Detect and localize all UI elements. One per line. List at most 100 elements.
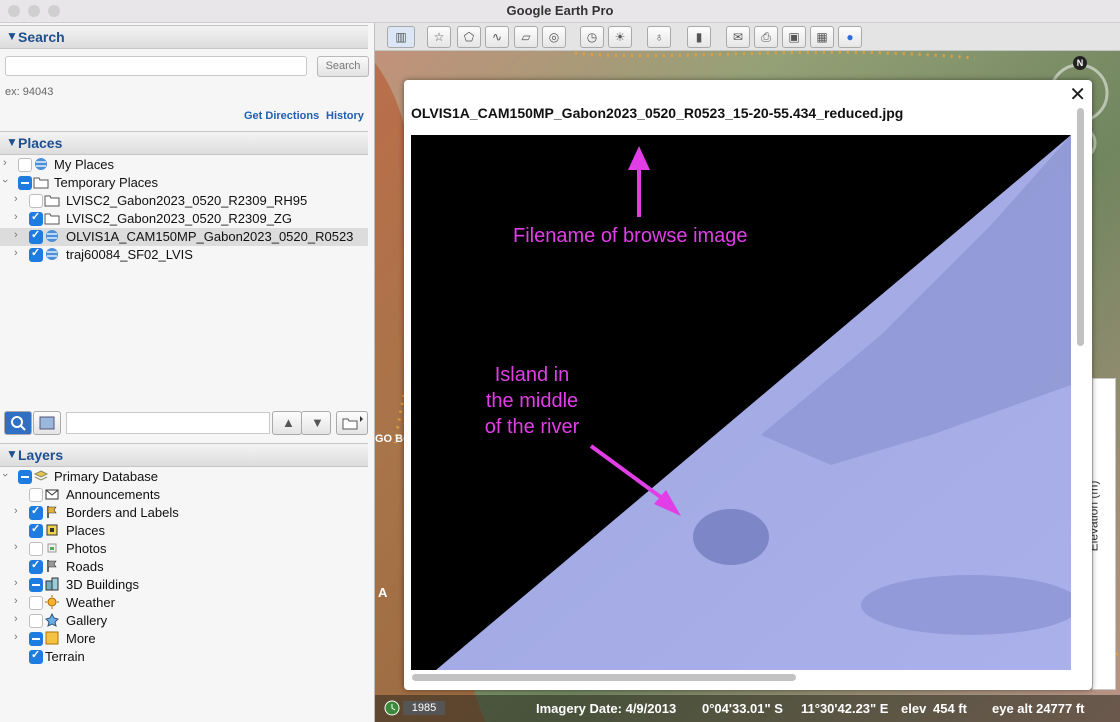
layer-gallery[interactable]: › Gallery xyxy=(0,612,368,630)
checkbox[interactable] xyxy=(29,614,43,628)
elevation-profile-tab[interactable]: Elevation (m) xyxy=(1086,378,1116,690)
checkbox[interactable] xyxy=(29,632,43,646)
chevron-down-icon[interactable]: › xyxy=(0,473,11,477)
search-button[interactable]: Search xyxy=(317,56,369,77)
chevron-down-icon[interactable]: › xyxy=(0,179,11,183)
save-image-button[interactable]: ▣ xyxy=(782,26,806,48)
sunlight-button[interactable]: ☀ xyxy=(608,26,632,48)
layer-3d-buildings[interactable]: › 3D Buildings xyxy=(0,576,368,594)
get-directions-link[interactable]: Get Directions xyxy=(244,110,319,122)
ruler-button[interactable]: ▮ xyxy=(687,26,711,48)
year-badge[interactable]: 1985 xyxy=(403,701,445,715)
folder-icon xyxy=(44,213,60,225)
search-places-button[interactable] xyxy=(4,411,32,435)
title-bar: Google Earth Pro xyxy=(0,0,1120,23)
layer-roads[interactable]: Roads xyxy=(0,558,368,576)
sidebar-toggle-button[interactable]: ▥ xyxy=(387,26,415,48)
vertical-scrollbar[interactable] xyxy=(1077,108,1084,346)
checkbox[interactable] xyxy=(29,194,43,208)
places-item-rh95[interactable]: › LVISC2_Gabon2023_0520_R2309_RH95 xyxy=(0,192,368,210)
checkbox[interactable] xyxy=(29,246,43,262)
chevron-right-icon[interactable]: › xyxy=(14,541,18,553)
checkbox[interactable] xyxy=(29,558,43,574)
places-item-olvis[interactable]: › OLVIS1A_CAM150MP_Gabon2023_0520_R0523 xyxy=(0,228,368,246)
places-item-temporary-places[interactable]: › Temporary Places xyxy=(0,174,368,192)
longitude: 11°30'42.23" E xyxy=(801,701,889,716)
chevron-right-icon[interactable]: › xyxy=(14,229,18,241)
add-placemark-button[interactable]: ☆ xyxy=(427,26,451,48)
checkbox[interactable] xyxy=(29,648,43,664)
earth-button[interactable]: ● xyxy=(838,26,862,48)
chevron-right-icon[interactable]: › xyxy=(3,157,7,169)
layer-photos[interactable]: › Photos xyxy=(0,540,368,558)
eye-altitude: eye alt 24777 ft xyxy=(992,701,1085,716)
places-toolbar: ▲ ▼ xyxy=(0,409,368,437)
compass-north[interactable]: N xyxy=(1073,56,1087,70)
planets-button[interactable]: ♁ xyxy=(647,26,671,48)
checkbox[interactable] xyxy=(29,504,43,520)
toggle-panel-button[interactable] xyxy=(33,411,61,435)
chevron-right-icon[interactable]: › xyxy=(14,505,18,517)
chevron-right-icon[interactable]: › xyxy=(14,247,18,259)
magnifier-icon xyxy=(11,416,26,431)
layer-borders-and-labels[interactable]: › Borders and Labels xyxy=(0,504,368,522)
places-filter-input[interactable] xyxy=(66,412,270,434)
layer-primary-database[interactable]: › Primary Database xyxy=(0,468,368,486)
layer-announcements[interactable]: Announcements xyxy=(0,486,368,504)
checkbox[interactable] xyxy=(29,488,43,502)
search-header-label: Search xyxy=(18,29,65,45)
historical-clock-icon[interactable] xyxy=(383,699,401,717)
chevron-right-icon[interactable]: › xyxy=(14,595,18,607)
places-item-traj[interactable]: › traj60084_SF02_LVIS xyxy=(0,246,368,264)
annotation-line: Island in xyxy=(494,364,570,386)
chevron-right-icon[interactable]: › xyxy=(14,577,18,589)
places-item-label: OLVIS1A_CAM150MP_Gabon2023_0520_R0523 xyxy=(66,229,354,244)
checkbox[interactable] xyxy=(29,596,43,610)
historical-imagery-button[interactable]: ◷ xyxy=(580,26,604,48)
print-button[interactable]: ⎙ xyxy=(754,26,778,48)
layer-places[interactable]: Places xyxy=(0,522,368,540)
checkbox[interactable] xyxy=(29,522,43,538)
history-link[interactable]: History xyxy=(326,110,364,122)
checkbox[interactable] xyxy=(29,542,43,556)
envelope-icon xyxy=(45,489,59,500)
layers-section-header[interactable]: ▼ Layers xyxy=(0,443,368,467)
placemark-icon: ☆ xyxy=(433,30,445,44)
checkbox[interactable] xyxy=(18,176,32,190)
close-icon[interactable]: ✕ xyxy=(1069,82,1086,107)
search-input[interactable] xyxy=(5,56,307,76)
places-item-label: My Places xyxy=(54,157,114,172)
view-in-maps-button[interactable]: ▦ xyxy=(810,26,834,48)
checkbox[interactable] xyxy=(18,470,32,484)
layer-weather[interactable]: › Weather xyxy=(0,594,368,612)
chevron-right-icon[interactable]: › xyxy=(14,631,18,643)
layer-more[interactable]: › More xyxy=(0,630,368,648)
checkbox[interactable] xyxy=(29,578,43,592)
add-overlay-button[interactable]: ▱ xyxy=(514,26,538,48)
places-item-label: LVISC2_Gabon2023_0520_R2309_ZG xyxy=(66,211,292,226)
email-button[interactable]: ✉ xyxy=(726,26,750,48)
places-item-zg[interactable]: › LVISC2_Gabon2023_0520_R2309_ZG xyxy=(0,210,368,228)
move-down-button[interactable]: ▼ xyxy=(301,411,331,435)
checkbox[interactable] xyxy=(29,228,43,244)
layer-label: Terrain xyxy=(45,649,85,664)
search-section-header[interactable]: ▼ Search xyxy=(0,25,368,49)
star-icon xyxy=(45,613,59,627)
move-up-button[interactable]: ▲ xyxy=(272,411,302,435)
photo-icon xyxy=(47,543,57,553)
chevron-right-icon[interactable]: › xyxy=(14,613,18,625)
horizontal-scrollbar[interactable] xyxy=(412,674,796,681)
add-folder-button[interactable] xyxy=(336,411,368,435)
add-path-button[interactable]: ∿ xyxy=(485,26,509,48)
checkbox[interactable] xyxy=(18,158,32,172)
places-item-my-places[interactable]: › My Places xyxy=(0,156,368,174)
add-polygon-button[interactable]: ⬠ xyxy=(457,26,481,48)
places-section-header[interactable]: ▼ Places xyxy=(0,131,368,155)
checkbox[interactable] xyxy=(29,210,43,226)
chevron-right-icon[interactable]: › xyxy=(14,193,18,205)
arrow-down-icon: ▼ xyxy=(311,415,324,430)
chevron-right-icon[interactable]: › xyxy=(14,211,18,223)
record-tour-button[interactable]: ◎ xyxy=(542,26,566,48)
layer-terrain[interactable]: Terrain xyxy=(0,648,368,666)
elevation-value: 454 ft xyxy=(933,701,967,716)
